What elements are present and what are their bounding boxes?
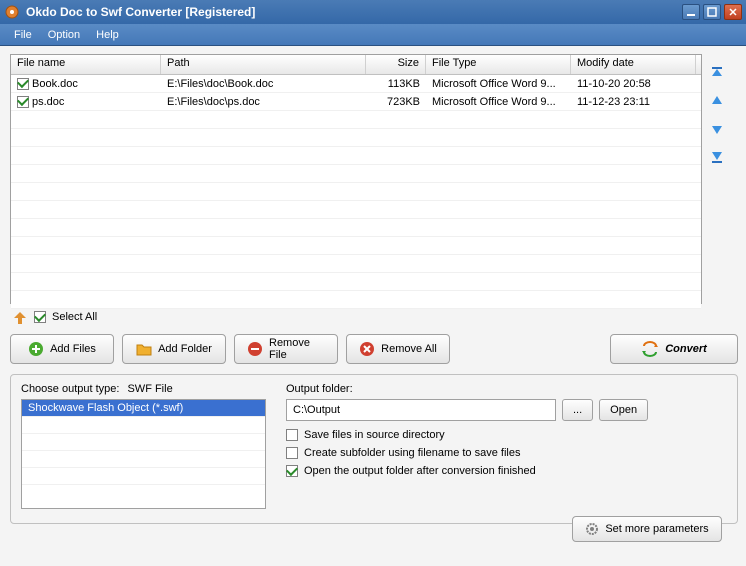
title-bar: Okdo Doc to Swf Converter [Registered] <box>0 0 746 24</box>
choose-type-label: Choose output type: <box>21 383 119 395</box>
select-all-checkbox[interactable] <box>34 311 46 323</box>
add-folder-button[interactable]: Add Folder <box>122 334 226 364</box>
output-type-item[interactable]: Shockwave Flash Object (*.swf) <box>22 400 265 416</box>
file-date: 11-12-23 23:11 <box>571 95 696 109</box>
client-area: File name Path Size File Type Modify dat… <box>0 46 746 566</box>
column-path[interactable]: Path <box>161 55 366 74</box>
table-row <box>11 111 701 129</box>
create-subfolder-label: Create subfolder using filename to save … <box>304 447 520 459</box>
column-date[interactable]: Modify date <box>571 55 696 74</box>
menu-help[interactable]: Help <box>88 26 127 44</box>
button-label: Remove File <box>269 337 325 361</box>
remove-file-button[interactable]: Remove File <box>234 334 338 364</box>
column-name[interactable]: File name <box>11 55 161 74</box>
button-label: Add Folder <box>158 343 212 355</box>
remove-all-button[interactable]: Remove All <box>346 334 450 364</box>
table-row <box>11 147 701 165</box>
list-item <box>22 416 265 433</box>
table-row <box>11 129 701 147</box>
move-up-button[interactable] <box>708 92 726 110</box>
window-title: Okdo Doc to Swf Converter [Registered] <box>26 5 679 19</box>
file-size: 113KB <box>366 77 426 91</box>
move-top-button[interactable] <box>708 64 726 82</box>
file-date: 11-10-20 20:58 <box>571 77 696 91</box>
button-label: Set more parameters <box>605 523 708 535</box>
minus-icon <box>247 341 263 357</box>
reorder-buttons <box>702 54 728 304</box>
minimize-button[interactable] <box>682 4 700 20</box>
create-subfolder-checkbox[interactable] <box>286 447 298 459</box>
file-path: E:\Files\doc\ps.doc <box>161 95 366 109</box>
table-row <box>11 255 701 273</box>
file-size: 723KB <box>366 95 426 109</box>
table-row <box>11 291 701 309</box>
column-type[interactable]: File Type <box>426 55 571 74</box>
menu-bar: File Option Help <box>0 24 746 46</box>
file-path: E:\Files\doc\Book.doc <box>161 77 366 91</box>
browse-button[interactable]: ... <box>562 399 593 421</box>
button-label: Add Files <box>50 343 96 355</box>
output-folder-label: Output folder: <box>286 383 727 395</box>
output-panel: Choose output type: SWF File Shockwave F… <box>10 374 738 524</box>
table-row[interactable]: ps.doc E:\Files\doc\ps.doc723KBMicrosoft … <box>11 93 701 111</box>
save-in-source-checkbox[interactable] <box>286 429 298 441</box>
open-after-checkbox[interactable] <box>286 465 298 477</box>
file-list-header: File name Path Size File Type Modify dat… <box>11 55 701 75</box>
row-checkbox[interactable] <box>17 78 29 90</box>
output-type-list[interactable]: Shockwave Flash Object (*.swf) <box>21 399 266 509</box>
type-name: SWF File <box>127 383 172 395</box>
add-files-button[interactable]: Add Files <box>10 334 114 364</box>
file-type: Microsoft Office Word 9... <box>426 95 571 109</box>
set-more-parameters-button[interactable]: Set more parameters <box>572 516 722 542</box>
output-folder-input[interactable] <box>286 399 556 421</box>
menu-option[interactable]: Option <box>40 26 88 44</box>
plus-icon <box>28 341 44 357</box>
up-folder-icon[interactable] <box>12 310 28 324</box>
app-icon <box>4 4 20 20</box>
file-type: Microsoft Office Word 9... <box>426 77 571 91</box>
list-item <box>22 484 265 501</box>
column-size[interactable]: Size <box>366 55 426 74</box>
delete-icon <box>359 341 375 357</box>
table-row <box>11 273 701 291</box>
table-row <box>11 219 701 237</box>
menu-file[interactable]: File <box>6 26 40 44</box>
gear-icon <box>585 522 599 536</box>
list-item <box>22 450 265 467</box>
file-list[interactable]: File name Path Size File Type Modify dat… <box>10 54 702 304</box>
button-label: Convert <box>665 343 707 355</box>
move-down-button[interactable] <box>708 120 726 138</box>
table-row <box>11 201 701 219</box>
convert-button[interactable]: Convert <box>610 334 738 364</box>
row-checkbox[interactable] <box>17 96 29 108</box>
folder-icon <box>136 341 152 357</box>
button-label: Remove All <box>381 343 437 355</box>
table-row <box>11 183 701 201</box>
table-row <box>11 165 701 183</box>
table-row[interactable]: Book.doc E:\Files\doc\Book.doc113KBMicros… <box>11 75 701 93</box>
select-all-label: Select All <box>52 311 97 323</box>
open-after-label: Open the output folder after conversion … <box>304 465 536 477</box>
save-in-source-label: Save files in source directory <box>304 429 445 441</box>
table-row <box>11 237 701 255</box>
convert-icon <box>641 341 659 357</box>
maximize-button[interactable] <box>703 4 721 20</box>
close-button[interactable] <box>724 4 742 20</box>
open-folder-button[interactable]: Open <box>599 399 648 421</box>
file-name: Book.doc <box>32 78 78 90</box>
file-name: ps.doc <box>32 96 64 108</box>
list-item <box>22 467 265 484</box>
move-bottom-button[interactable] <box>708 148 726 166</box>
list-item <box>22 433 265 450</box>
